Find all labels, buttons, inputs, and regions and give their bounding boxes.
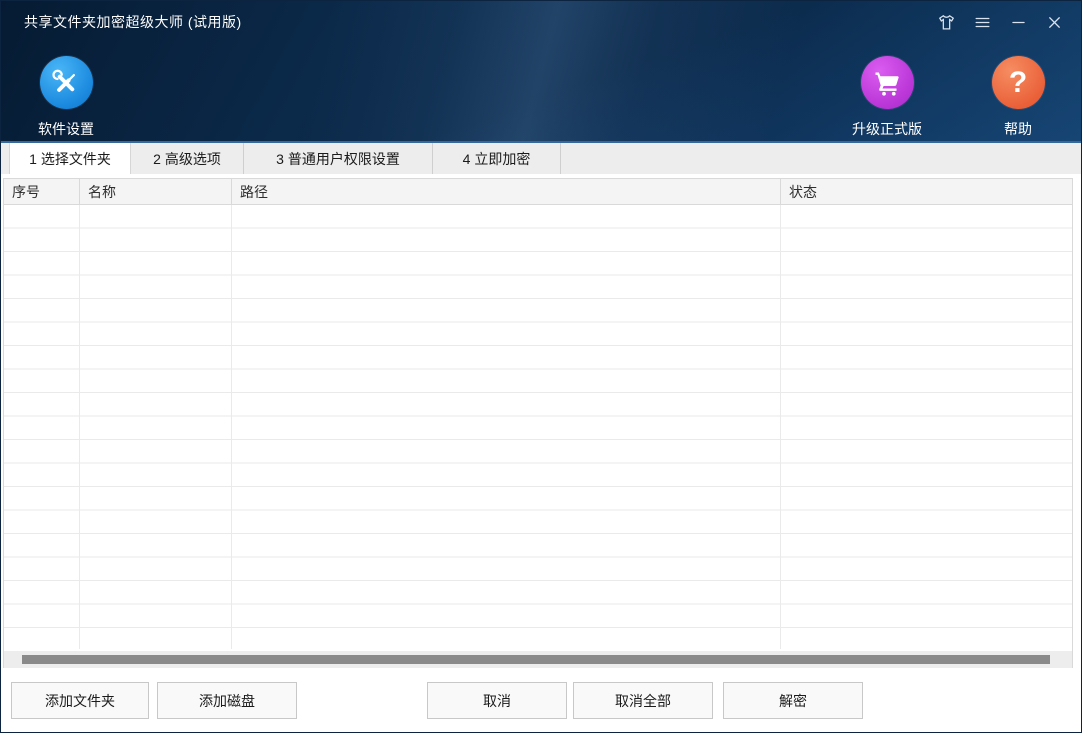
column-divider bbox=[231, 205, 232, 649]
cart-icon bbox=[861, 56, 914, 109]
wizard-tabbar: 1 选择文件夹 2 高级选项 3 普通用户权限设置 4 立即加密 bbox=[1, 141, 1081, 174]
question-icon: ? bbox=[992, 56, 1045, 109]
skin-icon[interactable] bbox=[936, 12, 957, 33]
column-header-name[interactable]: 名称 bbox=[80, 179, 232, 204]
column-divider bbox=[79, 205, 80, 649]
add-disk-button[interactable]: 添加磁盘 bbox=[157, 682, 297, 719]
column-divider bbox=[780, 205, 781, 649]
tab-select-folder[interactable]: 1 选择文件夹 bbox=[9, 143, 131, 174]
column-header-path[interactable]: 路径 bbox=[232, 179, 781, 204]
tab-advanced-options[interactable]: 2 高级选项 bbox=[131, 143, 244, 174]
folder-list-header: 序号 名称 路径 状态 bbox=[4, 179, 1072, 205]
cancel-button[interactable]: 取消 bbox=[427, 682, 567, 719]
cancel-all-button[interactable]: 取消全部 bbox=[573, 682, 713, 719]
app-header: 共享文件夹加密超级大师 (试用版) bbox=[1, 1, 1081, 141]
upgrade-button[interactable]: 升级正式版 bbox=[827, 56, 947, 139]
folder-list-body[interactable] bbox=[4, 205, 1072, 649]
menu-icon[interactable] bbox=[972, 12, 993, 33]
column-header-status[interactable]: 状态 bbox=[781, 179, 1072, 204]
decrypt-button[interactable]: 解密 bbox=[723, 682, 863, 719]
software-settings-button[interactable]: 软件设置 bbox=[16, 56, 116, 139]
app-title: 共享文件夹加密超级大师 (试用版) bbox=[24, 12, 242, 32]
help-label: 帮助 bbox=[968, 119, 1068, 139]
add-folder-button[interactable]: 添加文件夹 bbox=[11, 682, 149, 719]
footer-actions: 添加文件夹 添加磁盘 取消 取消全部 解密 bbox=[1, 668, 1081, 732]
column-header-index[interactable]: 序号 bbox=[4, 179, 80, 204]
tab-content: 序号 名称 路径 状态 添加文件夹 添加磁盘 取消 取消全部 解密 bbox=[1, 178, 1081, 732]
tab-encrypt-now[interactable]: 4 立即加密 bbox=[433, 143, 561, 174]
tab-user-permissions[interactable]: 3 普通用户权限设置 bbox=[244, 143, 433, 174]
folder-list: 序号 名称 路径 状态 bbox=[3, 178, 1073, 668]
horizontal-scrollbar[interactable] bbox=[4, 651, 1072, 668]
titlebar: 共享文件夹加密超级大师 (试用版) bbox=[1, 1, 1081, 43]
close-icon[interactable] bbox=[1044, 12, 1065, 33]
software-settings-label: 软件设置 bbox=[16, 119, 116, 139]
upgrade-label: 升级正式版 bbox=[827, 119, 947, 139]
toolbar: 软件设置 升级正式版 ? 帮助 bbox=[1, 56, 1081, 136]
horizontal-scrollbar-thumb[interactable] bbox=[22, 655, 1050, 664]
minimize-icon[interactable] bbox=[1008, 12, 1029, 33]
window-controls bbox=[936, 12, 1065, 33]
help-button[interactable]: ? 帮助 bbox=[968, 56, 1068, 139]
app-window: 共享文件夹加密超级大师 (试用版) bbox=[0, 0, 1082, 733]
tools-icon bbox=[40, 56, 93, 109]
